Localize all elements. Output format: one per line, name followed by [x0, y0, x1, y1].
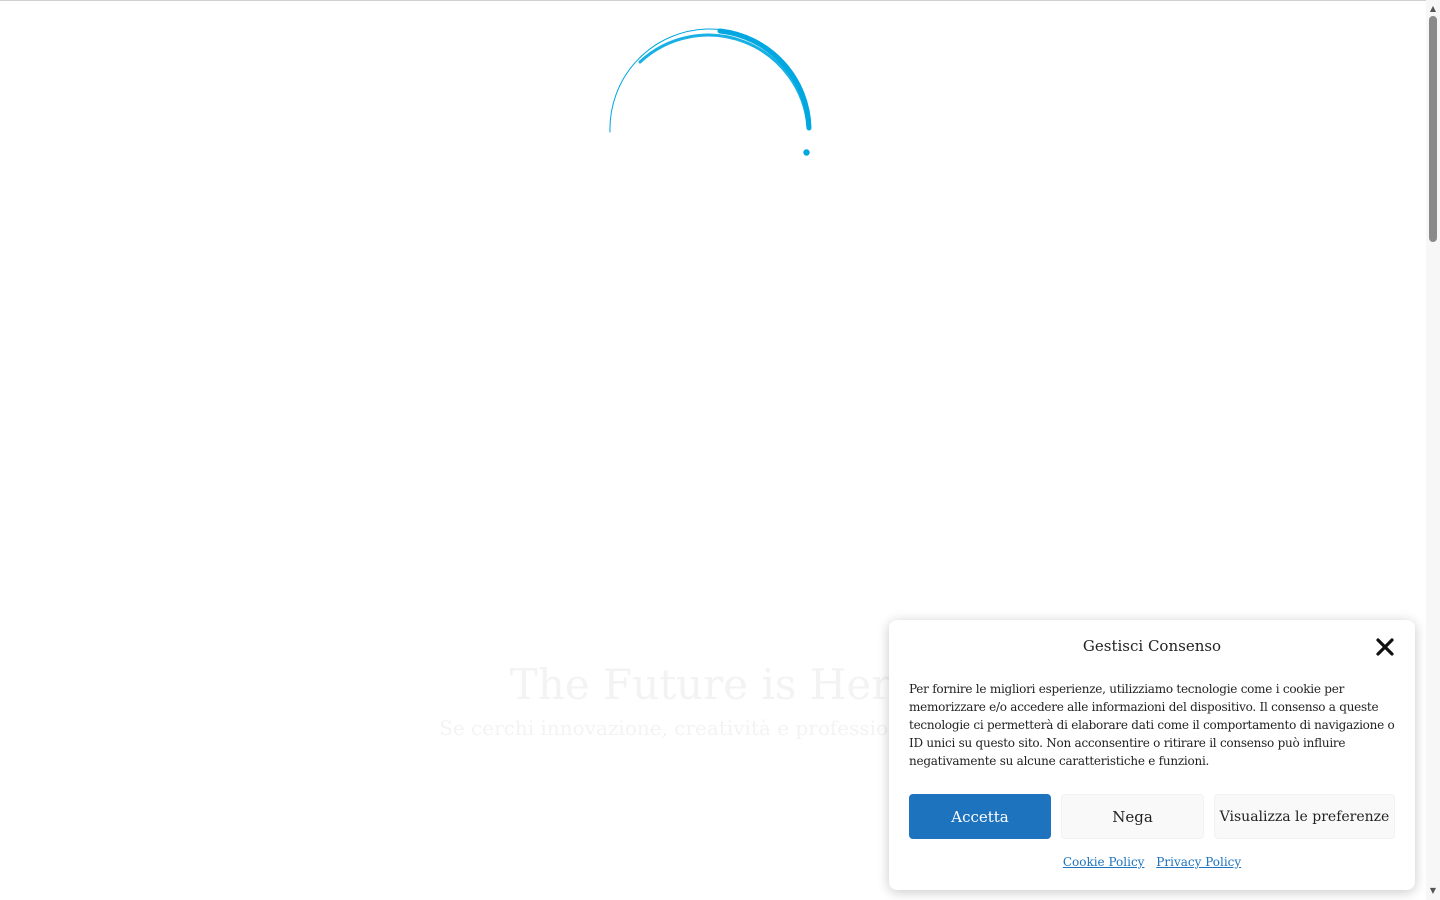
loading-spinner-icon [600, 22, 820, 172]
close-icon[interactable] [1375, 637, 1395, 657]
consent-description: Per fornire le migliori esperienze, util… [909, 682, 1395, 768]
deny-button[interactable]: Nega [1061, 794, 1204, 839]
scroll-up-arrow-icon[interactable]: ▲ [1426, 2, 1440, 16]
privacy-policy-link[interactable]: Privacy Policy [1156, 855, 1241, 869]
policy-links: Cookie Policy Privacy Policy [889, 855, 1415, 869]
scroll-thumb[interactable] [1429, 16, 1437, 242]
accept-button[interactable]: Accetta [909, 794, 1051, 839]
top-divider [0, 0, 1440, 1]
scroll-down-arrow-icon[interactable]: ▼ [1426, 884, 1440, 898]
vertical-scrollbar[interactable]: ▲ ▼ [1426, 0, 1440, 900]
view-preferences-button[interactable]: Visualizza le preferenze [1214, 794, 1395, 839]
cookie-policy-link[interactable]: Cookie Policy [1063, 855, 1145, 869]
page: The Future is Here Se cerchi innovazione… [0, 0, 1440, 900]
cookie-consent-dialog: Gestisci Consenso Per fornire le miglior… [889, 620, 1415, 890]
consent-title: Gestisci Consenso [1082, 637, 1222, 655]
